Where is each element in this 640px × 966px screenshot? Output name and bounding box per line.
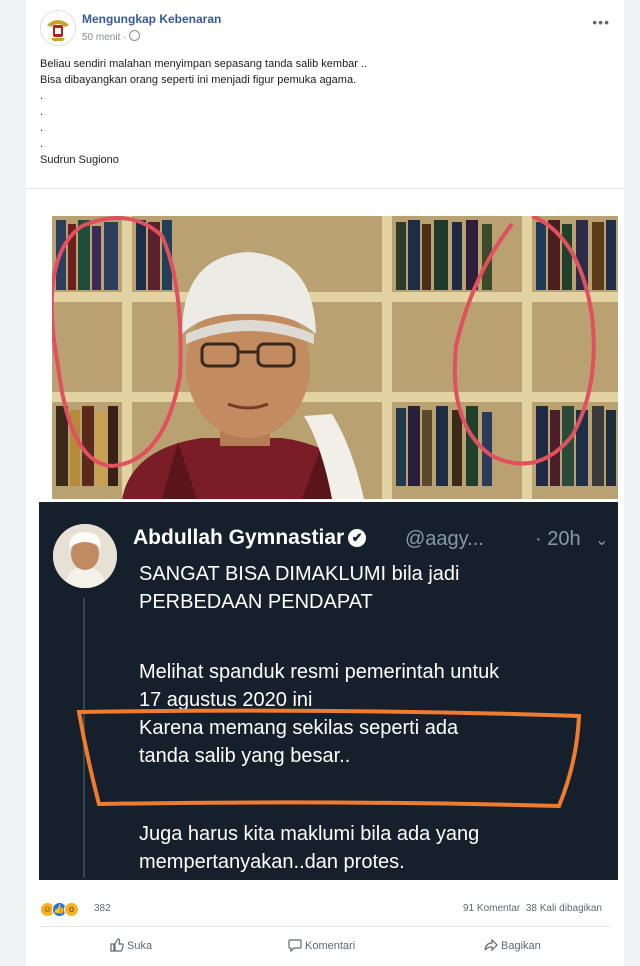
tweet-paragraph-3: Juga harus kita maklumi bila ada yang me… xyxy=(139,820,609,876)
tweet-line: SANGAT BISA DIMAKLUMI bila jadi xyxy=(139,563,460,585)
tweet-paragraph-2: Melihat spanduk resmi pemerintah untuk 1… xyxy=(139,658,609,770)
tweet-line: tanda salib yang besar.. xyxy=(139,745,351,767)
tweet-line: PERBEDAAN PENDAPAT xyxy=(139,591,373,613)
globe-icon xyxy=(129,30,141,41)
divider xyxy=(40,926,610,927)
like-button[interactable]: Suka xyxy=(110,938,152,952)
page-name[interactable]: Mengungkap Kebenaran xyxy=(82,12,221,26)
comment-icon xyxy=(288,939,302,953)
share-button[interactable]: Bagikan xyxy=(484,938,541,952)
page-avatar[interactable] xyxy=(40,10,76,46)
post-line: Beliau sendiri malahan menyimpan sepasan… xyxy=(40,58,368,70)
post-line: . xyxy=(40,106,44,118)
tweet-line: mempertanyakan..dan protes. xyxy=(139,851,405,873)
embedded-tweet-image[interactable]: Abdullah Gymnastiar ✔ @aagy... · 20h ⌄ SA… xyxy=(39,502,618,880)
tweet-line: Karena memang sekilas seperti ada xyxy=(139,717,459,739)
tweet-line: 17 agustus 2020 ini xyxy=(139,689,313,711)
divider xyxy=(26,188,624,189)
post-line: Sudrun Sugiono xyxy=(40,154,119,166)
comment-label: Komentari xyxy=(305,940,356,952)
tweet-line: Melihat spanduk resmi pemerintah untuk xyxy=(139,661,500,683)
tweet-author-name-text: Abdullah Gymnastiar xyxy=(133,526,345,549)
post-line: . xyxy=(40,138,44,150)
reactions-count[interactable]: 382 xyxy=(94,903,111,914)
tweet-line: Juga harus kita maklumi bila ada yang xyxy=(139,823,480,845)
post-actions: Suka Komentari Bagikan xyxy=(26,932,624,962)
tweet-handle: @aagy... xyxy=(405,528,484,550)
post-stats: ☺ 👍 o 382 91 Komentar 38 Kali dibagikan xyxy=(40,900,610,920)
shares-count[interactable]: 38 Kali dibagikan xyxy=(526,903,602,914)
post-time-text[interactable]: 50 menit · xyxy=(82,32,126,43)
like-label: Suka xyxy=(127,940,153,952)
garuda-emblem-icon xyxy=(41,11,75,45)
comment-share-counts: 91 Komentar 38 Kali dibagikan xyxy=(463,903,602,914)
verified-badge-icon: ✔ xyxy=(348,529,367,547)
post-line: . xyxy=(40,122,44,134)
chevron-down-icon: ⌄ xyxy=(595,532,609,549)
tweet-author-name: Abdullah Gymnastiar ✔ xyxy=(133,526,367,550)
share-icon xyxy=(484,938,498,952)
wow-reaction-icon: o xyxy=(64,902,79,917)
post-timestamp[interactable]: 50 menit · xyxy=(82,30,141,43)
tweet-avatar xyxy=(53,524,117,588)
post-photo[interactable] xyxy=(52,216,618,499)
thumbs-up-icon xyxy=(110,938,124,952)
comments-count[interactable]: 91 Komentar xyxy=(463,903,520,914)
comment-button[interactable]: Komentari xyxy=(288,938,356,953)
post-line: Bisa dibayangkan orang seperti ini menja… xyxy=(40,74,357,86)
post-card: Mengungkap Kebenaran 50 menit · ••• Beli… xyxy=(26,0,624,966)
tweet-time: · 20h xyxy=(535,528,581,550)
tweet-avatar-illustration xyxy=(53,524,117,588)
tweet-paragraph-1: SANGAT BISA DIMAKLUMI bila jadi PERBEDAA… xyxy=(139,560,609,616)
share-label: Bagikan xyxy=(501,940,541,952)
reaction-icons[interactable]: ☺ 👍 o xyxy=(40,902,79,917)
more-options-icon[interactable]: ••• xyxy=(592,14,610,30)
post-line: . xyxy=(40,90,44,102)
bookshelf-photo-illustration xyxy=(52,216,618,499)
post-text: Beliau sendiri malahan menyimpan sepasan… xyxy=(40,56,600,168)
thread-line xyxy=(83,598,85,878)
